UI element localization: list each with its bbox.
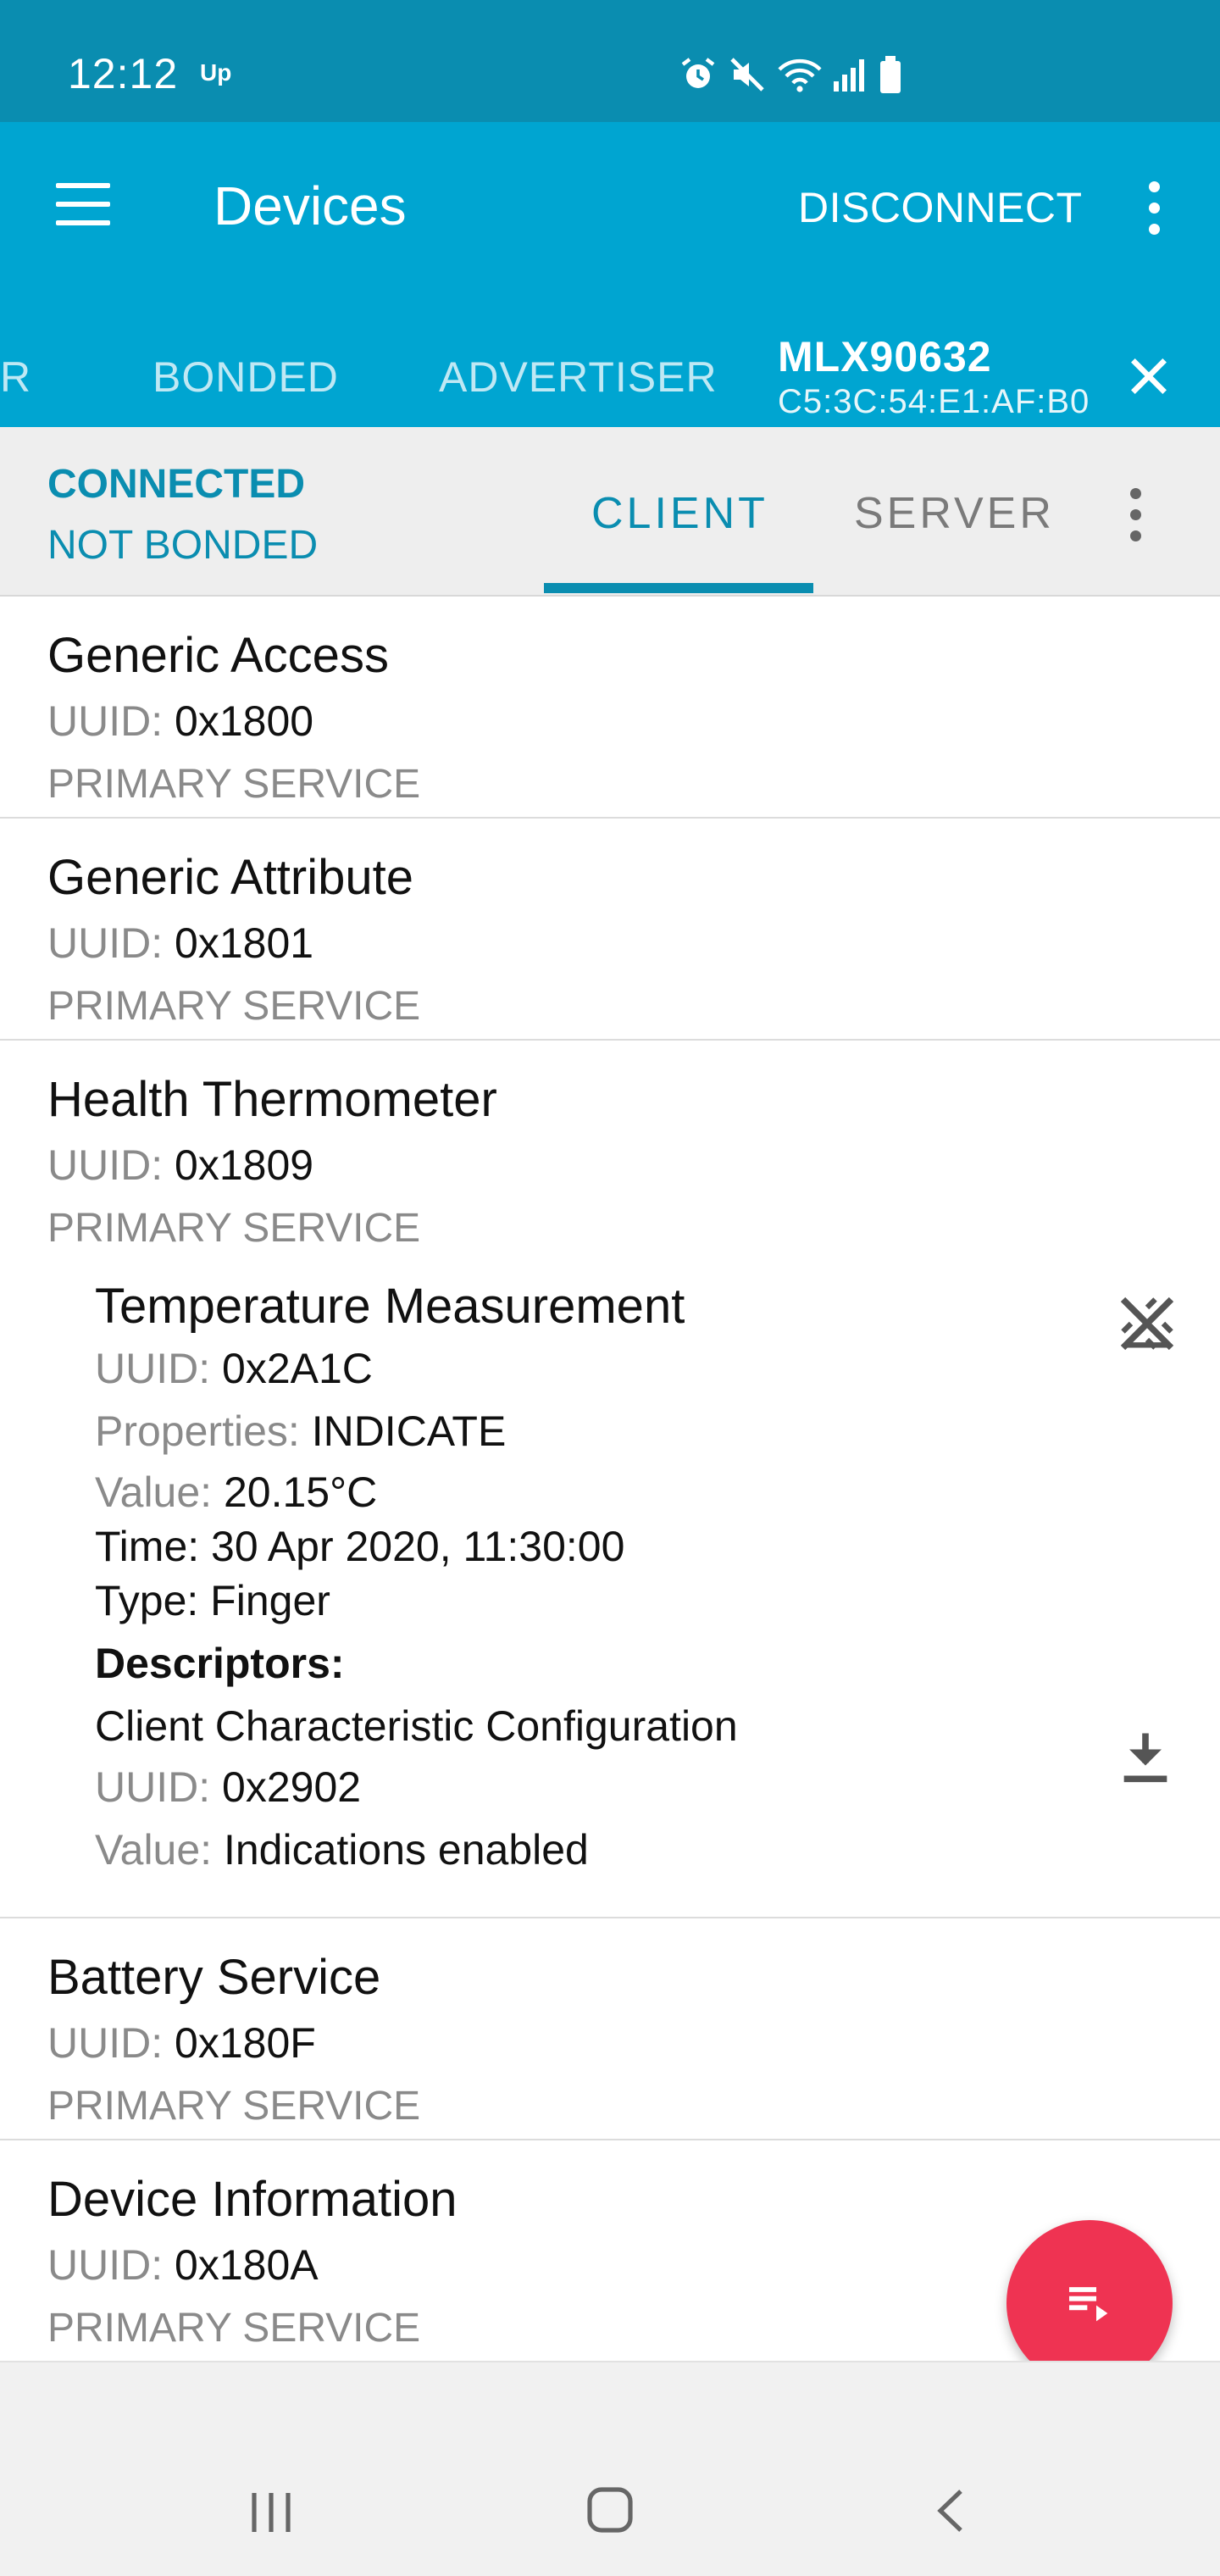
nav-bar: [0, 2361, 1220, 2576]
tab-client[interactable]: CLIENT: [591, 488, 768, 539]
service-uuid: UUID: 0x180A: [47, 2241, 319, 2289]
tab-server[interactable]: SERVER: [854, 488, 1055, 539]
service-uuid: UUID: 0x180F: [47, 2019, 316, 2067]
list-item[interactable]: Generic Attribute UUID: 0x1801 PRIMARY S…: [0, 819, 1220, 1041]
tab-bonded[interactable]: BONDED: [152, 353, 339, 402]
service-type: PRIMARY SERVICE: [47, 984, 421, 1029]
service-uuid: UUID: 0x1801: [47, 919, 314, 967]
service-uuid: UUID: 0x1800: [47, 697, 314, 745]
alarm-icon: [681, 58, 715, 88]
bond-state: NOT BONDED: [47, 523, 319, 568]
page-title: Devices: [214, 175, 407, 236]
disconnect-button[interactable]: DISCONNECT: [798, 183, 1083, 232]
characteristic-uuid: UUID: 0x2A1C: [95, 1345, 373, 1392]
service-type: PRIMARY SERVICE: [47, 762, 421, 807]
download-icon[interactable]: [1113, 1725, 1178, 1790]
tab-partial[interactable]: R: [0, 353, 31, 402]
carrier-badge: Up: [200, 59, 232, 86]
status-bar: 12:12 Up: [0, 0, 1220, 122]
descriptor-value: Value: Indications enabled: [95, 1826, 589, 1874]
device-name: MLX90632: [778, 333, 992, 380]
more-vert-icon[interactable]: [1130, 488, 1142, 552]
service-type: PRIMARY SERVICE: [47, 1206, 421, 1251]
service-name: Device Information: [47, 2172, 458, 2227]
service-name: Battery Service: [47, 1950, 381, 2005]
characteristic-name: Temperature Measurement: [95, 1279, 685, 1334]
service-name: Health Thermometer: [47, 1072, 497, 1127]
device-tabs: R BONDED ADVERTISER MLX90632 C5:3C:54:E1…: [0, 308, 1220, 549]
status-time: 12:12: [68, 50, 179, 97]
characteristic-time: Time: 30 Apr 2020, 11:30:00: [95, 1523, 625, 1570]
tab-advertiser[interactable]: ADVERTISER: [439, 353, 718, 402]
descriptor-uuid: UUID: 0x2902: [95, 1763, 362, 1811]
connection-bar: CONNECTED NOT BONDED CLIENT SERVER: [0, 427, 1220, 597]
list-item[interactable]: Health Thermometer UUID: 0x1809 PRIMARY …: [0, 1041, 1220, 1918]
connection-state: CONNECTED: [47, 462, 306, 507]
service-name: Generic Attribute: [47, 850, 413, 905]
more-vert-icon[interactable]: [1149, 181, 1161, 245]
descriptor-name: Client Characteristic Configuration: [95, 1702, 738, 1750]
descriptors-heading: Descriptors:: [95, 1640, 345, 1687]
signal-icon: [834, 59, 864, 92]
mute-icon: [730, 58, 764, 92]
service-type: PRIMARY SERVICE: [47, 2306, 421, 2351]
playlist-play-icon: [1069, 2287, 1108, 2322]
characteristic-value: Value: 20.15°C: [95, 1468, 378, 1516]
close-icon[interactable]: [1125, 353, 1173, 400]
list-item[interactable]: Battery Service UUID: 0x180F PRIMARY SER…: [0, 1918, 1220, 2140]
app-bar: Devices DISCONNECT R BONDED ADVERTISER M…: [0, 122, 1220, 549]
service-name: Generic Access: [47, 628, 389, 683]
characteristic-properties: Properties: INDICATE: [95, 1407, 507, 1455]
hamburger-icon[interactable]: [56, 183, 110, 225]
home-icon[interactable]: [585, 2484, 635, 2535]
service-uuid: UUID: 0x1809: [47, 1141, 314, 1189]
indications-off-icon[interactable]: [1115, 1291, 1179, 1356]
service-type: PRIMARY SERVICE: [47, 2084, 421, 2129]
status-icons: [678, 51, 903, 98]
back-icon[interactable]: [930, 2486, 971, 2535]
services-list: Generic Access UUID: 0x1800 PRIMARY SERV…: [0, 597, 1220, 2362]
client-tab-indicator: [544, 583, 813, 593]
list-item[interactable]: Generic Access UUID: 0x1800 PRIMARY SERV…: [0, 597, 1220, 819]
characteristic-type: Type: Finger: [95, 1577, 330, 1624]
device-mac: C5:3C:54:E1:AF:B0: [778, 383, 1090, 420]
battery-icon: [880, 56, 901, 93]
wifi-icon: [778, 58, 822, 92]
recent-apps-icon[interactable]: [246, 2490, 297, 2535]
tab-device[interactable]: MLX90632 C5:3C:54:E1:AF:B0: [778, 332, 1090, 421]
